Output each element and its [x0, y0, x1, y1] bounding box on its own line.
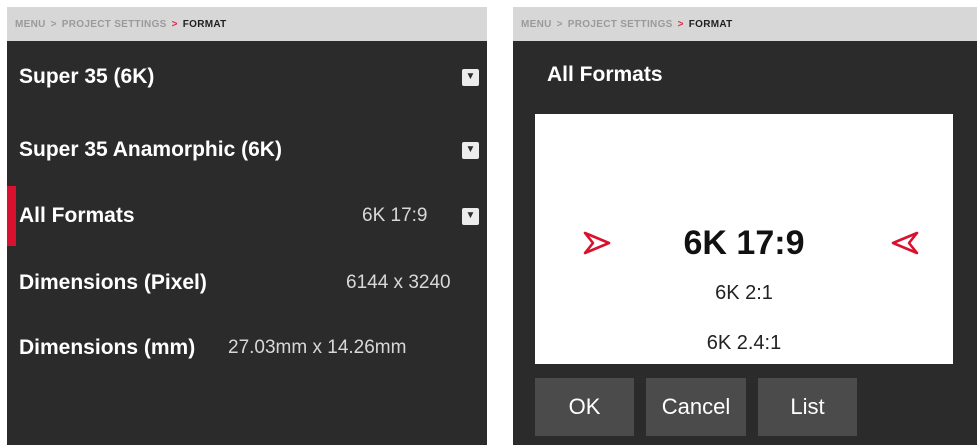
breadcrumb-project-settings[interactable]: PROJECT SETTINGS	[62, 19, 167, 30]
breadcrumb-separator: >	[556, 18, 563, 30]
menu-row-label: Super 35 (6K)	[19, 65, 155, 88]
picker-option[interactable]: 6K 2:1	[535, 282, 953, 305]
triangle-down-icon[interactable]: ▼	[462, 68, 479, 86]
breadcrumb-separator: >	[50, 18, 57, 30]
menu-row-all-formats[interactable]: All Formats 6K 17:9 ▼	[7, 191, 487, 241]
picker-option[interactable]: 6K 2.4:1	[535, 332, 953, 355]
menu-row-dimensions-pixel: Dimensions (Pixel) 6144 x 3240	[7, 258, 487, 308]
breadcrumb-format: FORMAT	[182, 18, 227, 30]
menu-row-dimensions-mm: Dimensions (mm) 27.03mm x 14.26mm	[7, 323, 487, 373]
breadcrumb-separator: >	[677, 18, 684, 30]
breadcrumb: MENU > PROJECT SETTINGS > FORMAT	[513, 7, 977, 41]
breadcrumb-format: FORMAT	[688, 18, 733, 30]
cancel-button[interactable]: Cancel	[646, 378, 746, 436]
format-picker[interactable]: 6K 17:9 6K 2:1 6K 2.4:1	[535, 114, 953, 364]
menu-row-super35-anamorphic-6k[interactable]: Super 35 Anamorphic (6K) ▼	[7, 125, 487, 175]
breadcrumb-project-settings[interactable]: PROJECT SETTINGS	[568, 19, 673, 30]
menu-row-label: All Formats	[19, 204, 135, 227]
breadcrumb-menu[interactable]: MENU	[15, 19, 46, 30]
breadcrumb-separator: >	[171, 18, 178, 30]
triangle-down-icon[interactable]: ▼	[462, 141, 479, 159]
triangle-down-icon[interactable]: ▼	[462, 207, 479, 225]
dialog-title: All Formats	[547, 63, 663, 86]
list-button[interactable]: List	[758, 378, 857, 436]
all-formats-dialog: MENU > PROJECT SETTINGS > FORMAT All For…	[513, 7, 977, 445]
format-menu-panel: MENU > PROJECT SETTINGS > FORMAT Super 3…	[7, 7, 487, 445]
menu-row-label: Dimensions (mm)	[19, 336, 196, 359]
breadcrumb-menu[interactable]: MENU	[521, 19, 552, 30]
menu-row-value: 6144 x 3240	[346, 272, 451, 293]
menu-row-super35-6k[interactable]: Super 35 (6K) ▼	[7, 52, 487, 102]
ok-button[interactable]: OK	[535, 378, 634, 436]
menu-row-value: 27.03mm x 14.26mm	[228, 337, 407, 358]
menu-row-value: 6K 17:9	[362, 205, 428, 226]
arrow-left-outline-icon[interactable]	[890, 230, 920, 261]
menu-row-label: Dimensions (Pixel)	[19, 271, 207, 294]
menu-row-label: Super 35 Anamorphic (6K)	[19, 138, 282, 161]
breadcrumb: MENU > PROJECT SETTINGS > FORMAT	[7, 7, 487, 41]
